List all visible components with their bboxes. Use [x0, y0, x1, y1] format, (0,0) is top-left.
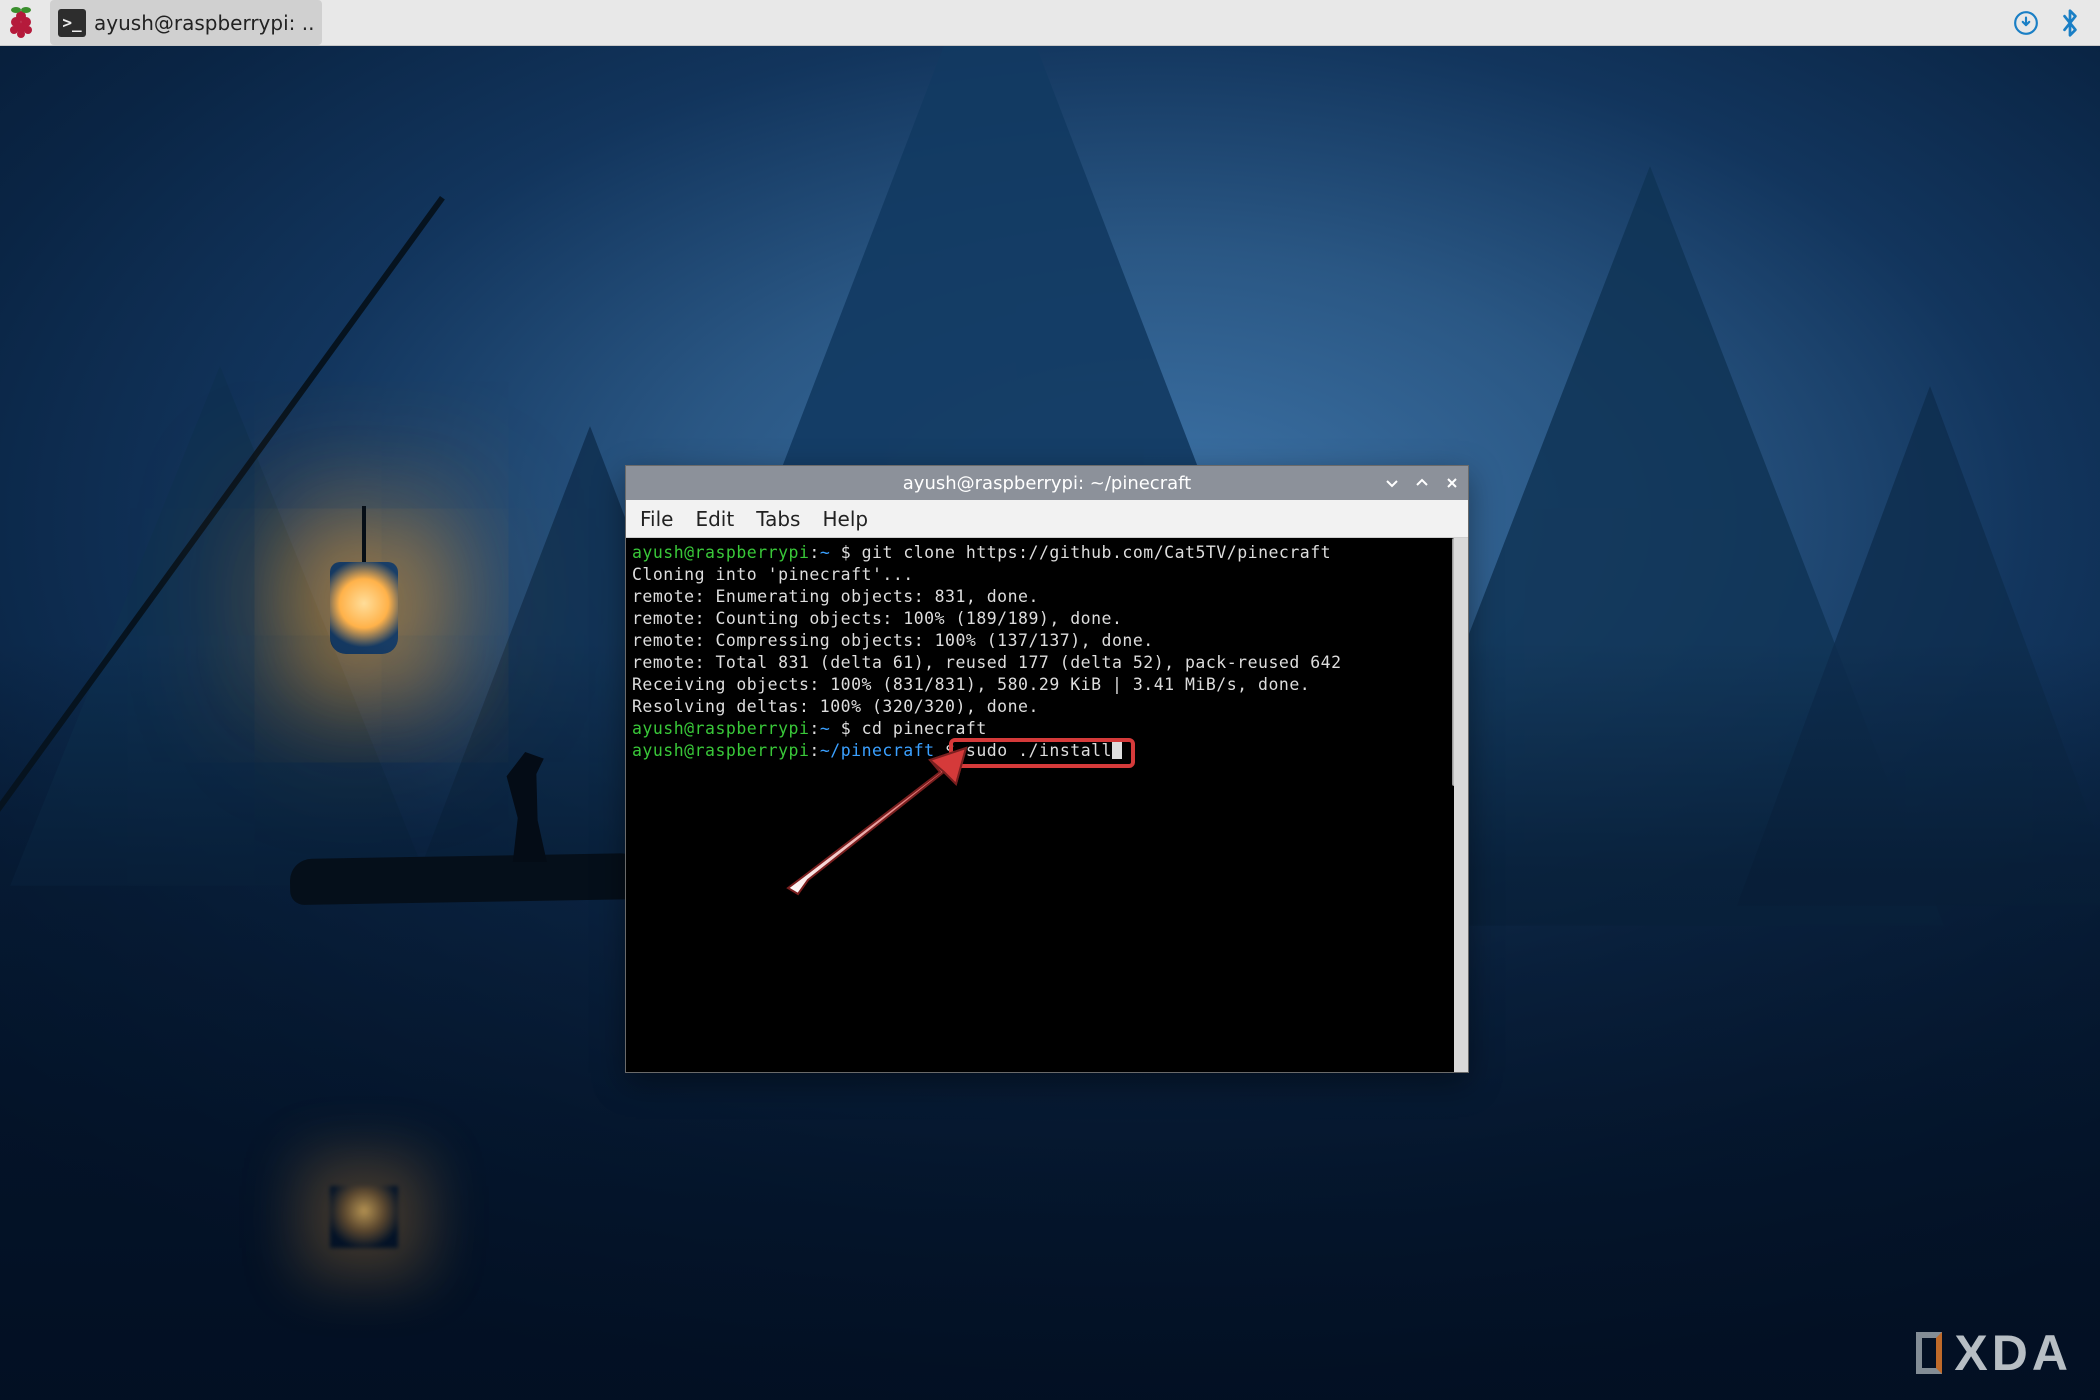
window-maximize-button[interactable] [1412, 473, 1432, 493]
watermark-text: XDA [1954, 1324, 2072, 1382]
terminal-output: remote: Total 831 (delta 61), reused 177… [632, 652, 1448, 674]
wallpaper-raft [290, 853, 651, 905]
menu-launcher[interactable] [0, 0, 46, 45]
window-controls [1382, 466, 1462, 500]
taskbar: >_ ayush@raspberrypi: .. [0, 0, 2100, 46]
menu-help[interactable]: Help [822, 507, 868, 531]
menu-tabs[interactable]: Tabs [756, 507, 800, 531]
terminal-command: sudo ./install [966, 741, 1112, 760]
system-tray [2012, 0, 2100, 45]
window-titlebar[interactable]: ayush@raspberrypi: ~/pinecraft [626, 466, 1468, 500]
watermark: XDA [1916, 1324, 2072, 1382]
terminal-cursor [1112, 741, 1122, 759]
terminal-command: cd pinecraft [862, 719, 987, 738]
terminal-body[interactable]: ayush@raspberrypi:~ $ git clone https://… [626, 538, 1468, 1072]
taskbar-app-terminal[interactable]: >_ ayush@raspberrypi: .. [50, 0, 322, 45]
terminal-icon: >_ [58, 9, 86, 37]
terminal-output: remote: Enumerating objects: 831, done. [632, 586, 1448, 608]
terminal-output: Cloning into 'pinecraft'... [632, 564, 1448, 586]
window-close-button[interactable] [1442, 473, 1462, 493]
terminal-line: ayush@raspberrypi:~ $ cd pinecraft [632, 718, 1448, 740]
taskbar-app-label: ayush@raspberrypi: .. [94, 11, 314, 35]
terminal-line: ayush@raspberrypi:~ $ git clone https://… [632, 542, 1448, 564]
download-icon[interactable] [2012, 9, 2040, 37]
wallpaper-lantern-reflection [330, 1186, 398, 1248]
raspberry-icon [6, 6, 36, 40]
terminal-output: remote: Compressing objects: 100% (137/1… [632, 630, 1448, 652]
terminal-menubar: File Edit Tabs Help [626, 500, 1468, 538]
terminal-output: remote: Counting objects: 100% (189/189)… [632, 608, 1448, 630]
menu-edit[interactable]: Edit [695, 507, 734, 531]
terminal-output: Resolving deltas: 100% (320/320), done. [632, 696, 1448, 718]
menu-file[interactable]: File [640, 507, 673, 531]
desktop-wallpaper: ayush@raspberrypi: ~/pinecraft File Edit… [0, 46, 2100, 1400]
wallpaper-lantern [330, 562, 398, 654]
terminal-command: git clone https://github.com/Cat5TV/pine… [862, 543, 1332, 562]
watermark-logo-icon [1916, 1332, 1942, 1374]
window-title: ayush@raspberrypi: ~/pinecraft [903, 473, 1191, 494]
bluetooth-icon[interactable] [2056, 9, 2084, 37]
terminal-output: Receiving objects: 100% (831/831), 580.2… [632, 674, 1448, 696]
window-minimize-button[interactable] [1382, 473, 1402, 493]
terminal-window[interactable]: ayush@raspberrypi: ~/pinecraft File Edit… [625, 465, 1469, 1073]
terminal-line: ayush@raspberrypi:~/pinecraft $ sudo ./i… [632, 740, 1448, 762]
